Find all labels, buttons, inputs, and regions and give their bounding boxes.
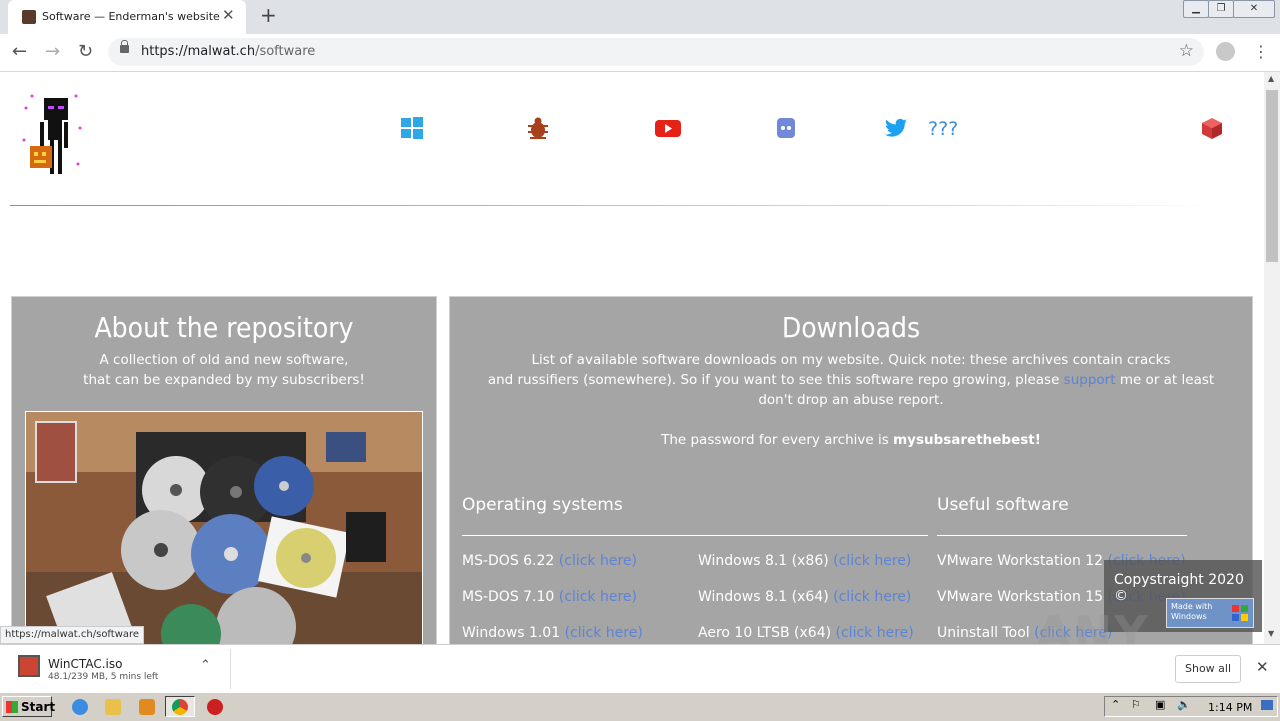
- windows-icon[interactable]: [398, 116, 426, 140]
- downloads-intro-2a: and russifiers (somewhere). So if you wa…: [487, 372, 1060, 388]
- reload-icon[interactable]: ↻: [78, 41, 93, 62]
- ie-icon[interactable]: [72, 699, 88, 715]
- list-item: Windows 8.1 (x86) (click here): [698, 553, 912, 569]
- download-link[interactable]: (click here): [559, 553, 637, 569]
- restore-icon[interactable]: ❐: [1208, 0, 1234, 18]
- about-panel: About the repository A collection of old…: [11, 296, 437, 644]
- about-line-1: A collection of old and new software,: [99, 352, 349, 368]
- page-viewport: ??? About the repository A collection of…: [0, 72, 1264, 644]
- tab-strip: Software — Enderman's website ✕ + ▁ ❐ ✕: [0, 0, 1280, 34]
- list-item: MS-DOS 7.10 (click here): [462, 589, 637, 605]
- download-link[interactable]: (click here): [565, 625, 643, 641]
- show-desktop-icon[interactable]: [1261, 700, 1273, 710]
- support-link[interactable]: support: [1064, 372, 1116, 388]
- bug-icon[interactable]: [524, 116, 552, 140]
- tray-expand-icon[interactable]: ⌃: [1111, 698, 1120, 711]
- start-button[interactable]: Start: [2, 696, 55, 717]
- status-bubble: https://malwat.ch/software: [0, 626, 145, 644]
- forward-icon[interactable]: →: [45, 41, 60, 62]
- minimize-icon[interactable]: ▁: [1183, 0, 1209, 18]
- list-item: Aero 10 LTSB (x64) (click here): [698, 625, 914, 641]
- back-icon[interactable]: ←: [12, 41, 27, 62]
- close-window-icon[interactable]: ✕: [1233, 0, 1275, 18]
- about-title: About the repository: [94, 311, 354, 344]
- enderman-logo: [22, 94, 82, 174]
- download-file-name[interactable]: WinCTAC.iso: [48, 657, 122, 671]
- tab-title: Software — Enderman's website: [42, 10, 220, 23]
- profile-avatar[interactable]: [1216, 42, 1235, 61]
- divider: [230, 649, 231, 689]
- stop-icon[interactable]: [207, 699, 223, 715]
- useful-heading-line: [937, 535, 1187, 536]
- page-scrollbar[interactable]: ▲ ▼: [1264, 72, 1280, 644]
- flag-icon[interactable]: ⚐: [1131, 698, 1141, 711]
- download-link[interactable]: (click here): [833, 553, 911, 569]
- volume-icon[interactable]: 🔈: [1177, 698, 1191, 711]
- folder-icon[interactable]: [105, 699, 121, 715]
- media-player-icon[interactable]: [139, 699, 155, 715]
- chrome-taskbar-button[interactable]: [165, 696, 195, 717]
- software-discs-photo: [25, 411, 423, 644]
- discord-icon[interactable]: [772, 116, 800, 140]
- lock-icon: [120, 40, 129, 53]
- bookmark-star-icon[interactable]: ☆: [1179, 41, 1194, 61]
- address-bar[interactable]: https://malwat.ch/software ☆: [108, 38, 1204, 66]
- download-link[interactable]: (click here): [833, 589, 911, 605]
- new-tab-icon[interactable]: +: [260, 3, 277, 27]
- show-all-button[interactable]: Show all: [1175, 655, 1241, 683]
- downloads-title: Downloads: [781, 311, 921, 344]
- useful-heading: Useful software: [937, 495, 1069, 515]
- chrome-icon: [172, 699, 188, 715]
- password-label: The password for every archive is: [661, 432, 889, 448]
- downloads-intro-1: List of available software downloads on …: [531, 352, 1171, 368]
- os-heading: Operating systems: [462, 495, 623, 515]
- about-line-2: that can be expanded by my subscribers!: [83, 372, 365, 388]
- clock[interactable]: 1:14 PM: [1208, 701, 1252, 714]
- download-shelf: WinCTAC.iso 48.1/239 MB, 5 mins left ⌃ S…: [0, 644, 1280, 693]
- scroll-thumb[interactable]: [1266, 90, 1278, 262]
- site-favicon-icon: [22, 10, 36, 24]
- youtube-icon[interactable]: [653, 116, 681, 140]
- iso-file-icon: [18, 655, 40, 677]
- chevron-up-icon[interactable]: ⌃: [200, 658, 211, 673]
- downloads-intro-2b: me or at least: [1119, 372, 1215, 388]
- browser-toolbar: ← → ↻ https://malwat.ch/software ☆: [0, 34, 1280, 72]
- list-item: Windows 1.01 (click here): [462, 625, 643, 641]
- download-link[interactable]: (click here): [836, 625, 914, 641]
- network-icon[interactable]: ▣: [1155, 698, 1165, 711]
- os-heading-line: [462, 535, 928, 536]
- close-shelf-icon[interactable]: ✕: [1256, 658, 1269, 676]
- list-item: MS-DOS 6.22 (click here): [462, 553, 637, 569]
- browser-menu-icon[interactable]: ⋮: [1253, 42, 1269, 61]
- windows-taskbar: Start ⌃ ⚐ ▣ 🔈 1:14 PM: [0, 692, 1280, 721]
- list-item: Windows 8.1 (x64) (click here): [698, 589, 912, 605]
- active-tab[interactable]: Software — Enderman's website ✕: [8, 0, 246, 34]
- tab-close-icon[interactable]: ✕: [222, 6, 235, 24]
- cube-icon[interactable]: [1198, 116, 1226, 140]
- archive-password: mysubsarethebest!: [893, 432, 1041, 448]
- download-progress: 48.1/239 MB, 5 mins left: [48, 672, 159, 682]
- downloads-intro-3: don't drop an abuse report.: [758, 392, 944, 408]
- twitter-icon[interactable]: [882, 116, 910, 140]
- questions-link[interactable]: ???: [928, 118, 958, 140]
- download-link[interactable]: (click here): [559, 589, 637, 605]
- scroll-up-icon[interactable]: ▲: [1268, 74, 1274, 83]
- url-text[interactable]: https://malwat.ch/software: [141, 44, 315, 59]
- header-divider: [10, 205, 1220, 206]
